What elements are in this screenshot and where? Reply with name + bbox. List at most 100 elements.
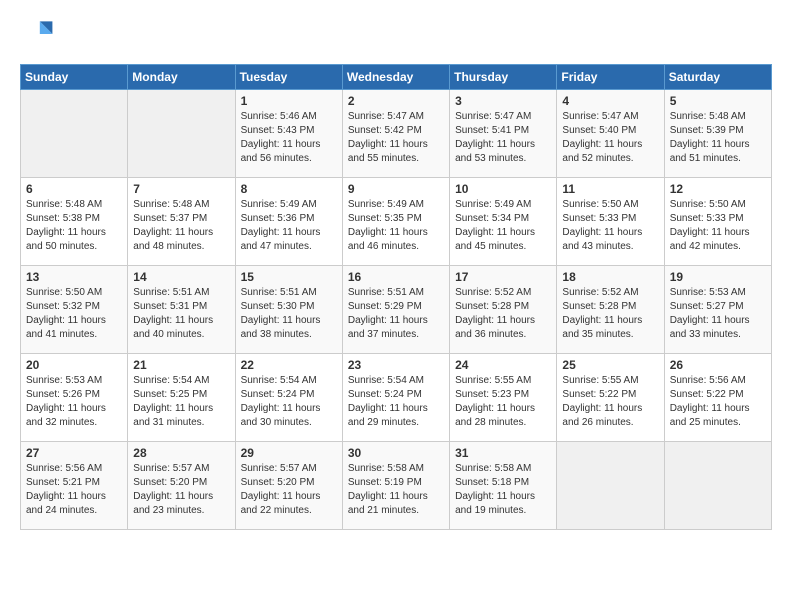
calendar-cell: 10 Sunrise: 5:49 AM Sunset: 5:34 PM Dayli… bbox=[450, 178, 557, 266]
day-number: 28 bbox=[133, 446, 229, 460]
cell-info: Sunrise: 5:51 AM Sunset: 5:31 PM Dayligh… bbox=[133, 286, 229, 342]
header bbox=[20, 16, 772, 52]
cell-info: Sunrise: 5:50 AM Sunset: 5:33 PM Dayligh… bbox=[562, 198, 658, 254]
day-number: 14 bbox=[133, 270, 229, 284]
weekday-header-saturday: Saturday bbox=[664, 65, 771, 90]
cell-info: Sunrise: 5:48 AM Sunset: 5:38 PM Dayligh… bbox=[26, 198, 122, 254]
calendar-cell: 30 Sunrise: 5:58 AM Sunset: 5:19 PM Dayli… bbox=[342, 442, 449, 530]
calendar-cell bbox=[128, 90, 235, 178]
cell-info: Sunrise: 5:49 AM Sunset: 5:36 PM Dayligh… bbox=[241, 198, 337, 254]
cell-info: Sunrise: 5:56 AM Sunset: 5:22 PM Dayligh… bbox=[670, 374, 766, 430]
day-number: 3 bbox=[455, 94, 551, 108]
calendar-cell: 24 Sunrise: 5:55 AM Sunset: 5:23 PM Dayli… bbox=[450, 354, 557, 442]
cell-info: Sunrise: 5:53 AM Sunset: 5:26 PM Dayligh… bbox=[26, 374, 122, 430]
weekday-header-sunday: Sunday bbox=[21, 65, 128, 90]
cell-info: Sunrise: 5:51 AM Sunset: 5:30 PM Dayligh… bbox=[241, 286, 337, 342]
weekday-row: SundayMondayTuesdayWednesdayThursdayFrid… bbox=[21, 65, 772, 90]
calendar-cell bbox=[557, 442, 664, 530]
calendar-cell: 1 Sunrise: 5:46 AM Sunset: 5:43 PM Daylig… bbox=[235, 90, 342, 178]
day-number: 10 bbox=[455, 182, 551, 196]
cell-info: Sunrise: 5:53 AM Sunset: 5:27 PM Dayligh… bbox=[670, 286, 766, 342]
day-number: 2 bbox=[348, 94, 444, 108]
calendar-week-3: 13 Sunrise: 5:50 AM Sunset: 5:32 PM Dayli… bbox=[21, 266, 772, 354]
day-number: 29 bbox=[241, 446, 337, 460]
day-number: 24 bbox=[455, 358, 551, 372]
calendar-cell: 31 Sunrise: 5:58 AM Sunset: 5:18 PM Dayli… bbox=[450, 442, 557, 530]
calendar-cell: 22Sunrise: 5:54 AM Sunset: 5:24 PM Dayli… bbox=[235, 354, 342, 442]
day-number: 17 bbox=[455, 270, 551, 284]
calendar-cell: 21 Sunrise: 5:54 AM Sunset: 5:25 PM Dayli… bbox=[128, 354, 235, 442]
weekday-header-wednesday: Wednesday bbox=[342, 65, 449, 90]
day-number: 13 bbox=[26, 270, 122, 284]
cell-info: Sunrise: 5:58 AM Sunset: 5:18 PM Dayligh… bbox=[455, 462, 551, 518]
calendar-cell: 8 Sunrise: 5:49 AM Sunset: 5:36 PM Daylig… bbox=[235, 178, 342, 266]
calendar-week-2: 6 Sunrise: 5:48 AM Sunset: 5:38 PM Daylig… bbox=[21, 178, 772, 266]
cell-info: Sunrise: 5:47 AM Sunset: 5:42 PM Dayligh… bbox=[348, 110, 444, 166]
calendar-cell: 17 Sunrise: 5:52 AM Sunset: 5:28 PM Dayli… bbox=[450, 266, 557, 354]
calendar-cell: 16 Sunrise: 5:51 AM Sunset: 5:29 PM Dayli… bbox=[342, 266, 449, 354]
cell-info: Sunrise: 5:52 AM Sunset: 5:28 PM Dayligh… bbox=[562, 286, 658, 342]
calendar-cell: 20 Sunrise: 5:53 AM Sunset: 5:26 PM Dayli… bbox=[21, 354, 128, 442]
calendar-cell: 6 Sunrise: 5:48 AM Sunset: 5:38 PM Daylig… bbox=[21, 178, 128, 266]
calendar: SundayMondayTuesdayWednesdayThursdayFrid… bbox=[20, 64, 772, 530]
calendar-cell bbox=[664, 442, 771, 530]
calendar-week-1: 1 Sunrise: 5:46 AM Sunset: 5:43 PM Daylig… bbox=[21, 90, 772, 178]
weekday-header-thursday: Thursday bbox=[450, 65, 557, 90]
day-number: 23 bbox=[348, 358, 444, 372]
cell-info: Sunrise: 5:50 AM Sunset: 5:33 PM Dayligh… bbox=[670, 198, 766, 254]
cell-info: Sunrise: 5:51 AM Sunset: 5:29 PM Dayligh… bbox=[348, 286, 444, 342]
calendar-cell: 13 Sunrise: 5:50 AM Sunset: 5:32 PM Dayli… bbox=[21, 266, 128, 354]
cell-info: Sunrise: 5:58 AM Sunset: 5:19 PM Dayligh… bbox=[348, 462, 444, 518]
calendar-week-5: 27Sunrise: 5:56 AM Sunset: 5:21 PM Dayli… bbox=[21, 442, 772, 530]
day-number: 18 bbox=[562, 270, 658, 284]
calendar-cell: 15 Sunrise: 5:51 AM Sunset: 5:30 PM Dayli… bbox=[235, 266, 342, 354]
cell-info: Sunrise: 5:55 AM Sunset: 5:23 PM Dayligh… bbox=[455, 374, 551, 430]
logo bbox=[20, 16, 60, 52]
day-number: 15 bbox=[241, 270, 337, 284]
day-number: 19 bbox=[670, 270, 766, 284]
day-number: 16 bbox=[348, 270, 444, 284]
cell-info: Sunrise: 5:54 AM Sunset: 5:24 PM Dayligh… bbox=[348, 374, 444, 430]
calendar-cell: 23 Sunrise: 5:54 AM Sunset: 5:24 PM Dayli… bbox=[342, 354, 449, 442]
day-number: 20 bbox=[26, 358, 122, 372]
calendar-cell bbox=[21, 90, 128, 178]
cell-info: Sunrise: 5:46 AM Sunset: 5:43 PM Dayligh… bbox=[241, 110, 337, 166]
calendar-cell: 28 Sunrise: 5:57 AM Sunset: 5:20 PM Dayli… bbox=[128, 442, 235, 530]
calendar-cell: 3 Sunrise: 5:47 AM Sunset: 5:41 PM Daylig… bbox=[450, 90, 557, 178]
weekday-header-tuesday: Tuesday bbox=[235, 65, 342, 90]
day-number: 5 bbox=[670, 94, 766, 108]
cell-info: Sunrise: 5:57 AM Sunset: 5:20 PM Dayligh… bbox=[133, 462, 229, 518]
cell-info: Sunrise: 5:48 AM Sunset: 5:37 PM Dayligh… bbox=[133, 198, 229, 254]
day-number: 30 bbox=[348, 446, 444, 460]
weekday-header-friday: Friday bbox=[557, 65, 664, 90]
day-number: 8 bbox=[241, 182, 337, 196]
day-number: 6 bbox=[26, 182, 122, 196]
calendar-cell: 14 Sunrise: 5:51 AM Sunset: 5:31 PM Dayli… bbox=[128, 266, 235, 354]
cell-info: Sunrise: 5:56 AM Sunset: 5:21 PM Dayligh… bbox=[26, 462, 122, 518]
day-number: 7 bbox=[133, 182, 229, 196]
calendar-cell: 26Sunrise: 5:56 AM Sunset: 5:22 PM Dayli… bbox=[664, 354, 771, 442]
cell-info: Sunrise: 5:48 AM Sunset: 5:39 PM Dayligh… bbox=[670, 110, 766, 166]
day-number: 11 bbox=[562, 182, 658, 196]
calendar-week-4: 20 Sunrise: 5:53 AM Sunset: 5:26 PM Dayli… bbox=[21, 354, 772, 442]
cell-info: Sunrise: 5:47 AM Sunset: 5:41 PM Dayligh… bbox=[455, 110, 551, 166]
day-number: 21 bbox=[133, 358, 229, 372]
calendar-cell: 18 Sunrise: 5:52 AM Sunset: 5:28 PM Dayli… bbox=[557, 266, 664, 354]
cell-info: Sunrise: 5:50 AM Sunset: 5:32 PM Dayligh… bbox=[26, 286, 122, 342]
day-number: 4 bbox=[562, 94, 658, 108]
calendar-cell: 7 Sunrise: 5:48 AM Sunset: 5:37 PM Daylig… bbox=[128, 178, 235, 266]
calendar-cell: 5 Sunrise: 5:48 AM Sunset: 5:39 PM Daylig… bbox=[664, 90, 771, 178]
calendar-cell: 9Sunrise: 5:49 AM Sunset: 5:35 PM Daylig… bbox=[342, 178, 449, 266]
day-number: 12 bbox=[670, 182, 766, 196]
day-number: 1 bbox=[241, 94, 337, 108]
calendar-cell: 12 Sunrise: 5:50 AM Sunset: 5:33 PM Dayli… bbox=[664, 178, 771, 266]
cell-info: Sunrise: 5:49 AM Sunset: 5:34 PM Dayligh… bbox=[455, 198, 551, 254]
calendar-cell: 25Sunrise: 5:55 AM Sunset: 5:22 PM Dayli… bbox=[557, 354, 664, 442]
cell-info: Sunrise: 5:47 AM Sunset: 5:40 PM Dayligh… bbox=[562, 110, 658, 166]
day-number: 31 bbox=[455, 446, 551, 460]
cell-info: Sunrise: 5:54 AM Sunset: 5:25 PM Dayligh… bbox=[133, 374, 229, 430]
cell-info: Sunrise: 5:52 AM Sunset: 5:28 PM Dayligh… bbox=[455, 286, 551, 342]
cell-info: Sunrise: 5:57 AM Sunset: 5:20 PM Dayligh… bbox=[241, 462, 337, 518]
calendar-body: 1 Sunrise: 5:46 AM Sunset: 5:43 PM Daylig… bbox=[21, 90, 772, 530]
cell-info: Sunrise: 5:55 AM Sunset: 5:22 PM Dayligh… bbox=[562, 374, 658, 430]
